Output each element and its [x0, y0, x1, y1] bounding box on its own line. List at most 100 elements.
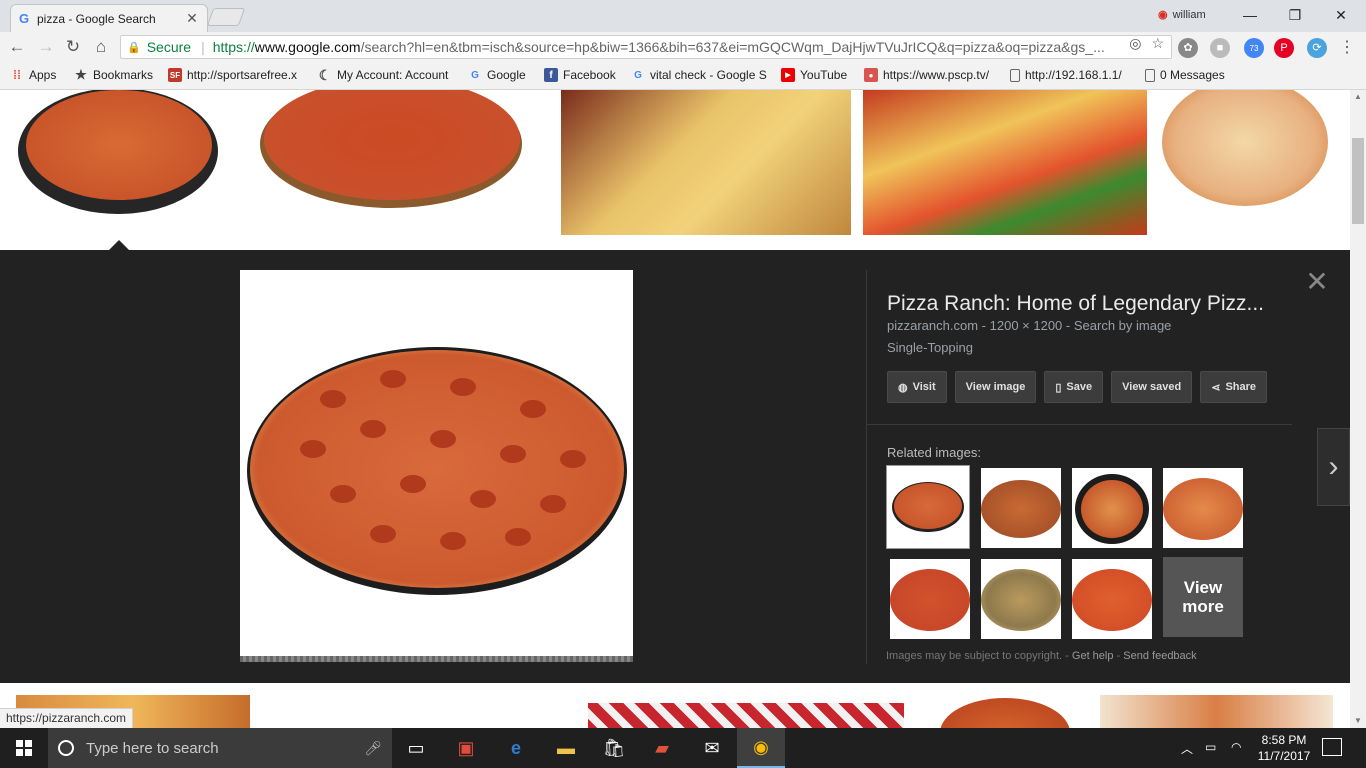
action-center-icon[interactable]: [1322, 738, 1342, 756]
result-thumbnail[interactable]: [1158, 90, 1333, 210]
close-window-button[interactable]: ✕: [1318, 4, 1364, 26]
minimize-button[interactable]: —: [1227, 4, 1273, 26]
home-icon[interactable]: ⌂: [90, 36, 112, 58]
google-icon: G: [471, 69, 479, 81]
new-tab-button[interactable]: [206, 8, 246, 26]
chrome-menu-icon[interactable]: ⋮: [1337, 38, 1357, 58]
related-image[interactable]: [981, 468, 1061, 548]
wifi-icon[interactable]: ◠: [1231, 740, 1241, 754]
chrome-taskbar-icon[interactable]: ◉: [737, 728, 785, 768]
visit-button[interactable]: ◍ Visit: [887, 371, 947, 403]
panel-separator: [867, 424, 1292, 425]
image-loading-bar: [240, 656, 633, 662]
result-thumbnail[interactable]: [258, 90, 524, 215]
extension-puzzle-icon[interactable]: ✿: [1178, 38, 1198, 58]
store-icon[interactable]: 🛍︎: [590, 728, 638, 768]
task-view-icon[interactable]: ▭: [392, 728, 440, 768]
scroll-down-icon[interactable]: ▼: [1350, 714, 1366, 728]
taskbar-search-box[interactable]: Type here to search 🎤︎: [48, 728, 392, 768]
mail-icon[interactable]: ✉: [688, 728, 736, 768]
selected-caret: [109, 240, 129, 250]
pinterest-icon[interactable]: P: [1274, 38, 1294, 58]
restore-button[interactable]: ❐: [1272, 4, 1318, 26]
reload-icon[interactable]: ↻: [62, 36, 84, 58]
next-image-arrow-icon[interactable]: ›: [1317, 428, 1350, 506]
address-bar[interactable]: 🔒 Secure | https:// www.google.com /sear…: [120, 35, 1172, 59]
view-saved-button[interactable]: View saved: [1111, 371, 1193, 403]
close-preview-icon[interactable]: ✕: [1303, 268, 1331, 296]
tray-chevron-icon[interactable]: ︿: [1181, 740, 1193, 757]
google-favicon-icon: G: [19, 11, 30, 26]
result-thumbnail[interactable]: [940, 698, 1070, 728]
browser-tab[interactable]: G pizza - Google Search ✕: [10, 4, 208, 32]
bookmark-apps[interactable]: ⁞⁞ Apps: [10, 68, 56, 82]
tab-close-icon[interactable]: ✕: [185, 10, 199, 27]
location-target-icon[interactable]: ◎: [1129, 35, 1141, 52]
result-thumbnail[interactable]: [863, 90, 1147, 235]
taskbar-clock[interactable]: 8:58 PM 11/7/2017: [1253, 732, 1315, 764]
bookmark-pscp[interactable]: ● https://www.pscp.tv/: [864, 68, 989, 82]
share-icon: ⋖: [1211, 381, 1221, 394]
title-bar: G pizza - Google Search ✕ ◉ william — ❐ …: [0, 0, 1366, 32]
extension-square-icon[interactable]: ■: [1210, 38, 1230, 58]
periscope-icon: ●: [864, 68, 878, 82]
related-image[interactable]: [1072, 559, 1152, 639]
panel-divider: [866, 270, 867, 664]
extension-sync-icon[interactable]: ⟳: [1307, 38, 1327, 58]
microphone-icon[interactable]: 🎤︎: [364, 740, 382, 757]
profile-button[interactable]: ◉ william: [1158, 8, 1206, 22]
reader-app-icon[interactable]: ▣: [442, 728, 490, 768]
start-button[interactable]: [0, 728, 48, 768]
bookmark-router[interactable]: http://192.168.1.1/: [1010, 68, 1122, 82]
related-image[interactable]: [1072, 468, 1152, 548]
url-path: /search?hl=en&tbm=isch&source=hp&biw=136…: [360, 39, 1105, 55]
bookmark-label: 0 Messages: [1160, 68, 1225, 82]
bookmark-youtube[interactable]: ▶ YouTube: [781, 68, 847, 82]
bookmark-star-icon[interactable]: ☆: [1151, 35, 1164, 52]
preview-title[interactable]: Pizza Ranch: Home of Legendary Pizz...: [887, 292, 1277, 316]
file-explorer-icon[interactable]: ▬: [542, 728, 590, 768]
search-by-image-link[interactable]: Search by image: [1074, 318, 1172, 333]
related-image[interactable]: [981, 559, 1061, 639]
bookmark-facebook[interactable]: f Facebook: [544, 68, 616, 82]
preview-image[interactable]: [240, 270, 633, 662]
scroll-up-icon[interactable]: ▲: [1350, 90, 1366, 104]
extension-badge-icon[interactable]: 73: [1244, 38, 1264, 58]
related-image[interactable]: [887, 466, 969, 548]
result-thumbnail[interactable]: [1100, 695, 1333, 728]
bookmark-bookmarks[interactable]: ★ Bookmarks: [74, 68, 153, 82]
bookmark-icon: ▯: [1055, 381, 1062, 394]
back-arrow-icon[interactable]: ←: [6, 36, 28, 58]
office-app-icon[interactable]: ▰: [638, 728, 686, 768]
page-icon: [1010, 68, 1020, 82]
bookmark-sportsarefree[interactable]: SF http://sportsarefree.x: [168, 68, 306, 82]
scroll-thumb[interactable]: [1352, 138, 1364, 224]
page-scrollbar[interactable]: ▲ ▼: [1350, 90, 1366, 728]
battery-icon[interactable]: ▭: [1205, 740, 1216, 754]
save-button[interactable]: ▯ Save: [1044, 371, 1104, 403]
edge-browser-icon[interactable]: e: [492, 728, 540, 768]
preview-source[interactable]: pizzaranch.com: [887, 318, 978, 333]
url-host: www.google.com: [254, 39, 361, 55]
result-thumbnail[interactable]: [561, 90, 851, 235]
view-more-button[interactable]: View more: [1163, 557, 1243, 637]
bookmark-my-account[interactable]: ☾ My Account: Account: [318, 68, 456, 82]
windows-taskbar: Type here to search 🎤︎ ▭ ▣ e ▬ 🛍︎ ▰ ✉ ◉ …: [0, 728, 1366, 768]
bookmark-label: YouTube: [800, 68, 848, 82]
get-help-link[interactable]: Get help: [1072, 650, 1114, 662]
extension-badge-count: 73: [1249, 44, 1259, 53]
bookmark-google[interactable]: G Google: [468, 68, 526, 82]
bookmarks-bar: ⁞⁞ Apps ★ Bookmarks SF http://sportsaref…: [0, 62, 1366, 90]
share-button[interactable]: ⋖ Share: [1200, 371, 1268, 403]
clock-time: 8:58 PM: [1261, 733, 1307, 747]
bookmark-label: Bookmarks: [93, 68, 154, 82]
view-image-button[interactable]: View image: [954, 371, 1037, 403]
forward-arrow-icon[interactable]: →: [35, 36, 57, 58]
send-feedback-link[interactable]: Send feedback: [1123, 650, 1196, 662]
bookmark-messages[interactable]: 0 Messages: [1145, 68, 1225, 82]
related-image[interactable]: [890, 559, 970, 639]
related-image[interactable]: [1163, 468, 1243, 548]
bookmark-vital-check[interactable]: G vital check - Google S: [631, 68, 769, 82]
result-thumbnail[interactable]: [18, 90, 218, 215]
result-thumbnail[interactable]: [588, 703, 904, 728]
